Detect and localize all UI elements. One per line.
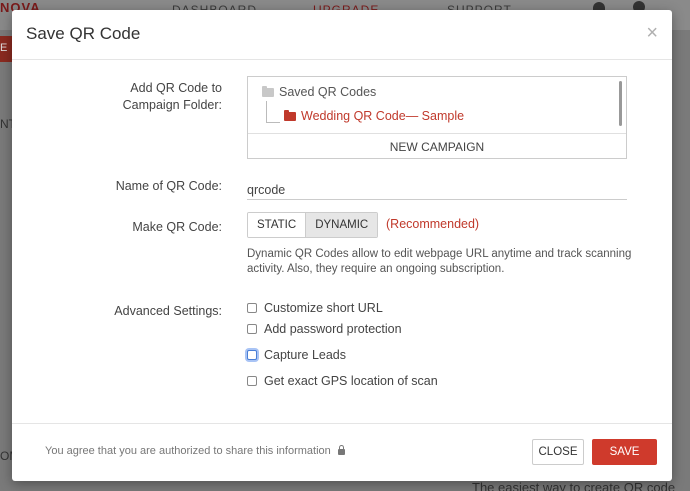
option-customize-url[interactable]: Customize short URL — [247, 301, 383, 315]
new-campaign-button[interactable]: NEW CAMPAIGN — [248, 133, 626, 159]
option-label: Customize short URL — [264, 301, 383, 315]
folder-item-wedding[interactable]: Wedding QR Code— Sample — [284, 109, 464, 123]
name-label: Name of QR Code: — [115, 179, 222, 193]
dynamic-option[interactable]: DYNAMIC — [306, 213, 378, 237]
save-qr-modal: Save QR Code × Add QR Code to Campaign F… — [12, 10, 672, 481]
campaign-folder-tree: Saved QR Codes Wedding QR Code— Sample N… — [247, 76, 627, 159]
option-capture-leads[interactable]: Capture Leads — [247, 348, 346, 362]
folder-root-label: Saved QR Codes — [279, 85, 377, 99]
static-option[interactable]: STATIC — [248, 213, 307, 237]
background-red-banner: E — [0, 36, 12, 62]
recommended-note: (Recommended) — [386, 217, 480, 231]
tree-connector — [266, 101, 267, 123]
close-icon[interactable]: × — [646, 22, 658, 45]
tree-connector — [266, 122, 280, 123]
option-label: Add password protection — [264, 322, 402, 336]
advanced-label: Advanced Settings: — [114, 304, 222, 318]
footer-note-text: You agree that you are authorized to sha… — [45, 445, 331, 457]
folder-child-label: Wedding QR Code— Sample — [301, 109, 465, 123]
close-button[interactable]: CLOSE — [532, 439, 584, 465]
dynamic-description: Dynamic QR Codes allow to edit webpage U… — [247, 248, 632, 275]
footer-note: You agree that you are authorized to sha… — [45, 445, 345, 457]
qr-name-input[interactable] — [247, 176, 627, 200]
lock-icon — [337, 445, 345, 455]
qr-type-toggle: STATIC DYNAMIC — [247, 212, 379, 238]
folder-icon — [262, 85, 274, 97]
option-label: Get exact GPS location of scan — [264, 374, 438, 388]
folder-label: Add QR Code to Campaign Folder: — [122, 81, 222, 112]
option-password[interactable]: Add password protection — [247, 322, 402, 336]
checkbox[interactable] — [247, 324, 257, 334]
folder-root[interactable]: Saved QR Codes — [262, 85, 376, 99]
option-label: Capture Leads — [264, 348, 347, 362]
checkbox[interactable] — [247, 350, 257, 360]
checkbox[interactable] — [247, 303, 257, 313]
make-label: Make QR Code: — [132, 220, 222, 234]
checkbox[interactable] — [247, 376, 257, 386]
folder-scrollbar[interactable] — [619, 81, 622, 126]
modal-footer: You agree that you are authorized to sha… — [12, 423, 672, 481]
folder-icon — [284, 109, 296, 121]
background-tagline: The easiest way to create QR code — [472, 480, 676, 491]
modal-title: Save QR Code — [26, 24, 141, 43]
option-gps[interactable]: Get exact GPS location of scan — [247, 374, 438, 388]
modal-header: Save QR Code × — [12, 10, 672, 60]
save-button[interactable]: SAVE — [592, 439, 657, 465]
